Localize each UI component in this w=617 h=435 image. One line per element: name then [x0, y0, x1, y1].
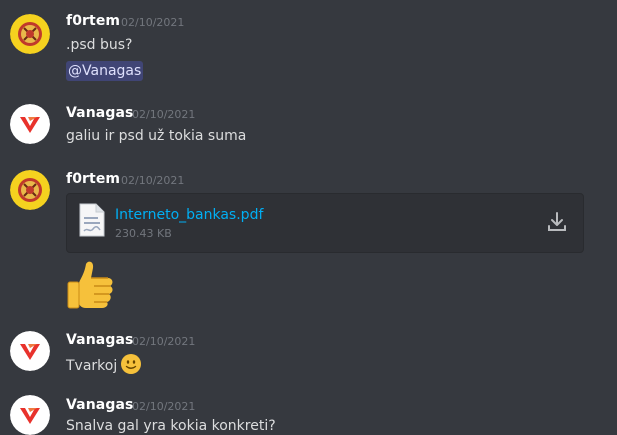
timestamp: 02/10/2021: [132, 108, 196, 121]
username[interactable]: f0rtem: [66, 13, 120, 29]
slightly-smiling-face-icon: [120, 353, 142, 379]
pdf-file-icon: [79, 203, 105, 241]
avatar[interactable]: [10, 331, 50, 371]
message-text: .psd bus?: [66, 37, 133, 53]
download-icon[interactable]: [548, 212, 566, 236]
avatar[interactable]: [10, 395, 50, 435]
username[interactable]: f0rtem: [66, 171, 120, 187]
avatar[interactable]: [10, 104, 50, 144]
user-mention[interactable]: @Vanagas: [66, 61, 144, 81]
avatar[interactable]: [10, 170, 50, 210]
avatar[interactable]: [10, 14, 50, 54]
timestamp: 02/10/2021: [132, 335, 196, 348]
message-text: galiu ir psd už tokia suma: [66, 128, 247, 144]
message-text: Snalva gal yra kokia konkreti?: [66, 418, 276, 434]
message-text: Tvarkoj: [66, 353, 142, 379]
thumbs-up-icon: [66, 258, 116, 314]
file-attachment: Interneto_bankas.pdf 230.43 KB: [66, 193, 584, 253]
username[interactable]: Vanagas: [66, 397, 133, 413]
timestamp: 02/10/2021: [132, 400, 196, 413]
username[interactable]: Vanagas: [66, 332, 133, 348]
timestamp: 02/10/2021: [121, 174, 185, 187]
timestamp: 02/10/2021: [121, 16, 185, 29]
username[interactable]: Vanagas: [66, 105, 133, 121]
message-text-content: Tvarkoj: [66, 358, 118, 374]
file-size: 230.43 KB: [115, 227, 172, 240]
file-name-link[interactable]: Interneto_bankas.pdf: [115, 207, 263, 223]
